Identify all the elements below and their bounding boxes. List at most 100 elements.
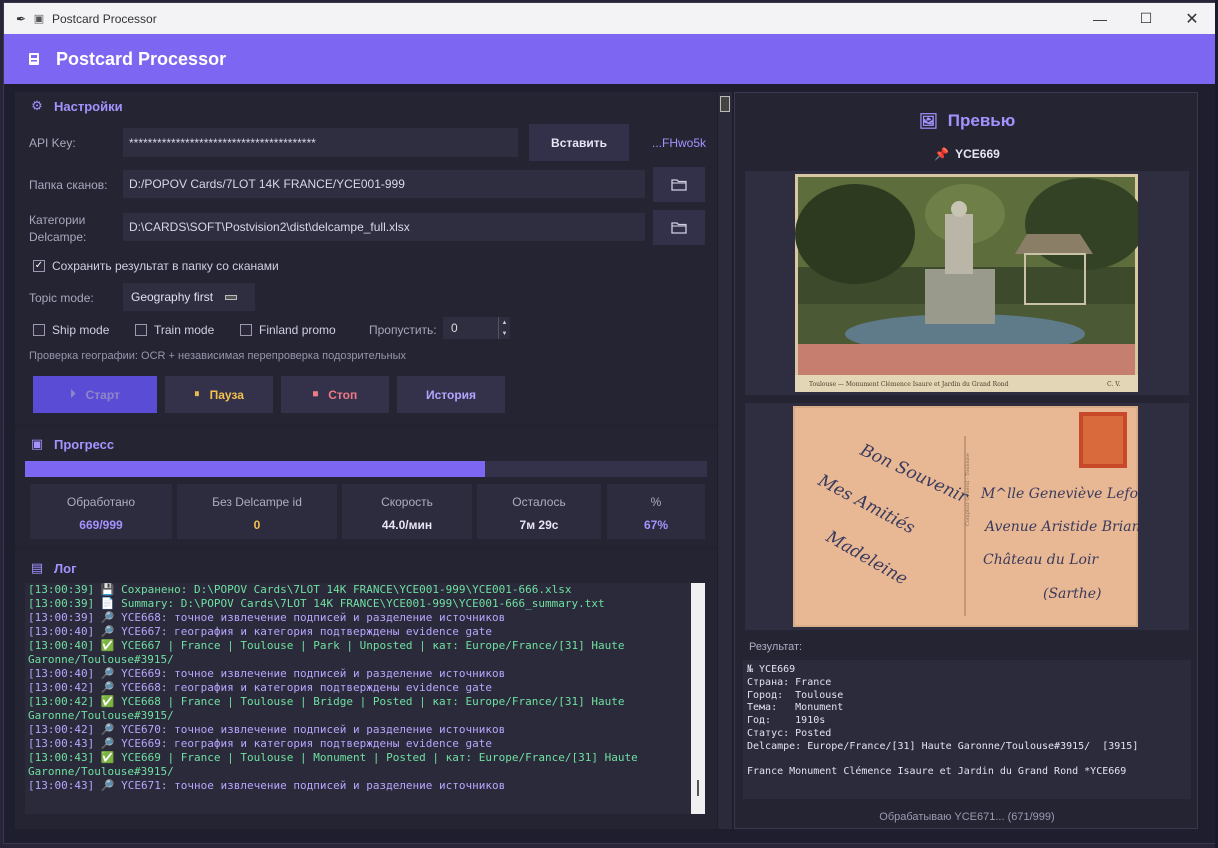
pause-button[interactable]: ⏸ Пауза bbox=[165, 376, 273, 413]
progress-section: ▣ Прогресс Обработано 669/999 Без Delcampe… bbox=[15, 427, 717, 547]
log-line: [13:00:40] ✅ YCE667 | France | Toulouse … bbox=[28, 639, 625, 652]
stop-button[interactable]: ⏹ Стоп bbox=[281, 376, 389, 413]
preview-title: Превью bbox=[947, 111, 1016, 130]
log-section: ▤ Лог [13:00:39] 💾 Сохранено: D:\POPOV C… bbox=[15, 550, 717, 829]
api-key-input[interactable]: **************************************** bbox=[123, 128, 518, 157]
back-image-frame: Comptoir Général · Toulouse Bon Souvenir… bbox=[745, 403, 1189, 630]
train-mode-label: Train mode bbox=[154, 323, 215, 337]
start-label: Старт bbox=[85, 387, 120, 402]
categories-label-line2: Delcampe: bbox=[29, 230, 87, 244]
scan-folder-browse-button[interactable] bbox=[653, 167, 705, 202]
categories-browse-button[interactable] bbox=[653, 210, 705, 245]
stat-box: Обработано 669/999 bbox=[30, 484, 172, 539]
folder-icon bbox=[671, 222, 687, 234]
app-title: Postcard Processor bbox=[56, 48, 227, 69]
skip-spinbox[interactable]: 0 ▲ ▼ bbox=[443, 317, 510, 339]
front-caption: Toulouse — Monument Clémence Isaure et J… bbox=[809, 381, 1009, 388]
log-line: [13:00:42] 🔎 YCE668: география и категор… bbox=[28, 681, 493, 694]
stat-box: Без Delcampe id 0 bbox=[177, 484, 337, 539]
stat-title: Без Delcampe id bbox=[212, 495, 302, 509]
preview-panel: 🖼 Превью 📌 YCE669 Toulouse — Monument Cl… bbox=[734, 92, 1198, 829]
left-scroll-thumb[interactable] bbox=[720, 96, 730, 112]
result-line: Статус: Posted bbox=[747, 727, 832, 739]
scan-folder-label: Папка сканов: bbox=[29, 178, 108, 192]
log-line: Garonne/Toulouse#3915/ bbox=[28, 653, 174, 666]
front-image-frame: Toulouse — Monument Clémence Isaure et J… bbox=[745, 171, 1189, 395]
scan-folder-input[interactable]: D:/POPOV Cards/7LOT 14K FRANCE/YCE001-99… bbox=[123, 170, 645, 198]
stat-box: Скорость 44.0/мин bbox=[342, 484, 472, 539]
maximize-icon[interactable]: ☐ bbox=[1123, 3, 1169, 34]
finland-promo-checkbox[interactable]: Finland promo bbox=[240, 323, 336, 337]
save-to-scans-label: Сохранить результат в папку со сканами bbox=[52, 259, 279, 273]
document-icon: ▤ bbox=[30, 560, 44, 575]
topic-mode-value: Geography first bbox=[131, 290, 214, 304]
stat-value: 669/999 bbox=[79, 518, 123, 532]
folder-icon bbox=[671, 179, 687, 191]
back-address-4: (Sarthe) bbox=[1043, 586, 1101, 602]
result-line: France Monument Clémence Isaure et Jardi… bbox=[747, 766, 1127, 778]
categories-file-input[interactable]: D:\CARDS\SOFT\Postvision2\dist\delcampe_… bbox=[123, 213, 645, 241]
log-line: [13:00:42] ✅ YCE668 | France | Toulouse … bbox=[28, 695, 625, 708]
log-header: ▤ Лог bbox=[30, 560, 77, 576]
stat-value: 7м 29с bbox=[519, 518, 559, 532]
box-icon: ▣ bbox=[30, 436, 44, 451]
pin-icon: 📌 bbox=[934, 147, 950, 161]
stop-label: Стоп bbox=[328, 387, 358, 402]
pause-icon: ⏸ bbox=[194, 388, 200, 400]
feather-icon: ✒ bbox=[15, 11, 27, 26]
checkmark-icon: ✓ bbox=[33, 260, 45, 272]
card-id-text: YCE669 bbox=[955, 147, 1000, 161]
stat-title: % bbox=[650, 495, 662, 509]
log-scrollbar[interactable] bbox=[691, 583, 705, 814]
log-scroll-thumb[interactable] bbox=[697, 780, 699, 796]
minimize-icon[interactable]: — bbox=[1077, 3, 1123, 34]
postcard-front-image[interactable]: Toulouse — Monument Clémence Isaure et J… bbox=[795, 174, 1138, 392]
categories-label-line1: Категории bbox=[29, 213, 86, 227]
stat-title: Скорость bbox=[381, 495, 433, 509]
skip-value: 0 bbox=[451, 321, 458, 335]
window-title: Postcard Processor bbox=[52, 11, 157, 26]
postcard-back-image[interactable]: Comptoir Général · Toulouse Bon Souvenir… bbox=[793, 406, 1138, 627]
left-panel-scrollbar[interactable] bbox=[718, 92, 732, 829]
log-output[interactable]: [13:00:39] 💾 Сохранено: D:\POPOV Cards\7… bbox=[25, 583, 705, 814]
processing-status: Обрабатываю YCE671... (671/999) bbox=[879, 811, 1055, 823]
front-mark: C. V. bbox=[1107, 381, 1120, 388]
preview-header: 🖼 Превью bbox=[735, 111, 1199, 131]
train-mode-checkbox[interactable]: Train mode bbox=[135, 323, 214, 337]
log-line: Garonne/Toulouse#3915/ bbox=[28, 765, 174, 778]
ship-mode-checkbox[interactable]: Ship mode bbox=[33, 323, 109, 337]
log-line: [13:00:43] 🔎 YCE669: география и категор… bbox=[28, 737, 493, 750]
api-key-suffix: ...FHwo5k bbox=[652, 136, 707, 150]
topic-mode-select[interactable]: Geography first bbox=[123, 283, 255, 311]
topic-mode-label: Topic mode: bbox=[29, 291, 94, 305]
close-icon[interactable]: ✕ bbox=[1169, 3, 1215, 34]
finland-promo-label: Finland promo bbox=[259, 323, 336, 337]
log-line: [13:00:40] 🔎 YCE669: точное извлечение п… bbox=[28, 667, 506, 680]
progress-title: Прогресс bbox=[54, 436, 115, 452]
log-line: [13:00:39] 💾 Сохранено: D:\POPOV Cards\7… bbox=[28, 583, 572, 596]
settings-section: ⚙ Настройки API Key: *******************… bbox=[15, 92, 717, 424]
result-line: Город: Toulouse bbox=[747, 689, 844, 701]
history-button[interactable]: История bbox=[397, 376, 505, 413]
paste-button[interactable]: Вставить bbox=[529, 124, 629, 161]
spin-arrows-icon[interactable]: ▲ ▼ bbox=[498, 317, 510, 339]
image-icon: 🖼 bbox=[918, 113, 938, 130]
result-text[interactable]: № YCE669 Страна: France Город: Toulouse Тем… bbox=[743, 660, 1191, 799]
result-line: Тема: Monument bbox=[747, 702, 844, 714]
history-label: История bbox=[425, 387, 477, 402]
stat-value: 44.0/мин bbox=[381, 518, 433, 532]
progress-bar bbox=[25, 461, 707, 477]
title-bar: ✒ ▣ Postcard Processor — ☐ ✕ bbox=[4, 3, 1215, 34]
back-address-2: Avenue Aristide Briand bbox=[983, 519, 1138, 535]
result-line: Delcampe: Europe/France/[31] Haute Garon… bbox=[747, 740, 1139, 752]
save-to-scans-checkbox[interactable]: ✓ Сохранить результат в папку со сканами bbox=[33, 259, 279, 273]
start-button[interactable]: ⏵ Старт bbox=[33, 376, 157, 413]
dropdown-indicator-icon bbox=[225, 294, 238, 300]
result-line: Страна: France bbox=[747, 676, 832, 688]
back-address-1: M^lle Geneviève Lefour bbox=[980, 486, 1138, 502]
log-title: Лог bbox=[54, 560, 77, 576]
stat-box: Осталось 7м 29с bbox=[477, 484, 601, 539]
progress-header: ▣ Прогресс bbox=[30, 436, 114, 452]
app-small-icon: ▣ bbox=[33, 13, 45, 25]
settings-header: ⚙ Настройки bbox=[30, 98, 122, 114]
